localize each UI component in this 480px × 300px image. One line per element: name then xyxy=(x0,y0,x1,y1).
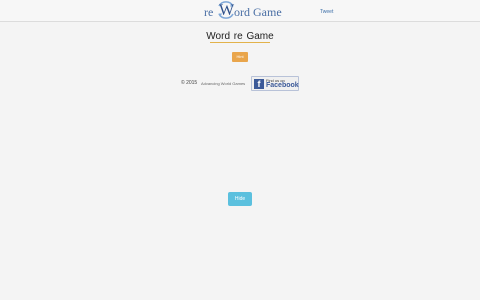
facebook-label: Facebook xyxy=(266,82,299,89)
logo-letter: W xyxy=(219,2,235,19)
tweet-link[interactable]: Tweet xyxy=(320,9,333,15)
company-link[interactable]: Advancing World Games xyxy=(201,81,245,86)
logo-prefix: re xyxy=(204,5,214,19)
facebook-button[interactable]: f Find us on Facebook xyxy=(251,76,299,91)
hint-button[interactable]: Hint xyxy=(232,52,248,62)
page-title: Word re Game xyxy=(206,31,274,42)
top-bar: re W ord Game Tweet xyxy=(0,0,480,22)
hide-button[interactable]: Hide xyxy=(228,192,252,206)
logo-suffix: ord Game xyxy=(234,5,282,19)
title-underline xyxy=(210,42,270,43)
copyright-text: © 2015 xyxy=(181,80,198,86)
facebook-f-icon: f xyxy=(254,79,264,89)
